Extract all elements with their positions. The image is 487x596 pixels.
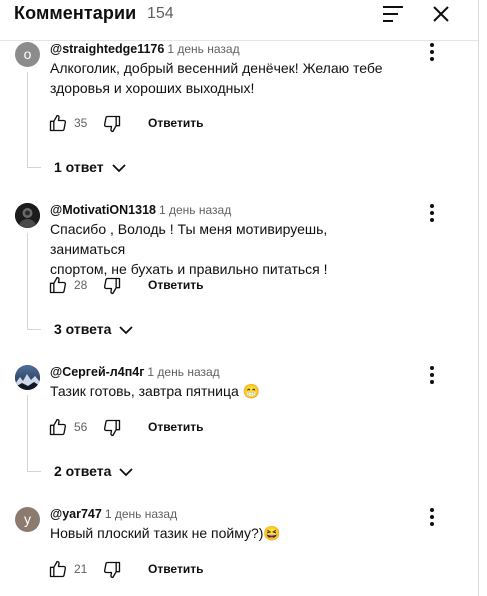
chevron-down-icon xyxy=(117,463,135,481)
chevron-down-icon xyxy=(117,321,135,339)
thumb-up-icon[interactable] xyxy=(48,417,68,437)
thumb-down-icon[interactable] xyxy=(102,418,122,438)
like-count: 56 xyxy=(74,420,88,434)
reply-button[interactable]: Ответить xyxy=(148,116,203,130)
thread-line xyxy=(27,72,28,167)
thumb-up-icon[interactable] xyxy=(48,275,68,295)
sort-icon[interactable] xyxy=(380,2,408,26)
replies-count-label: 1 ответ xyxy=(54,159,104,175)
comment-author-line: @MotivatiON1318 1 день назад xyxy=(50,203,231,217)
comment-time[interactable]: 1 день назад xyxy=(147,365,219,379)
avatar[interactable] xyxy=(15,365,40,390)
more-vert-icon[interactable] xyxy=(424,40,440,64)
comments-panel: Комментарии 154 o @straightedge1176 1 ден… xyxy=(0,0,487,596)
comment-count: 154 xyxy=(147,5,174,22)
avatar[interactable]: o xyxy=(15,42,40,67)
like-count: 28 xyxy=(74,278,88,292)
comment-time[interactable]: 1 день назад xyxy=(167,42,239,56)
thread-line xyxy=(27,395,28,471)
thumb-up-icon[interactable] xyxy=(48,559,68,579)
thumb-down-icon[interactable] xyxy=(102,114,122,134)
thread-line-tail xyxy=(27,167,41,168)
reply-button[interactable]: Ответить xyxy=(148,278,203,292)
more-vert-icon[interactable] xyxy=(424,201,440,225)
more-vert-icon[interactable] xyxy=(424,505,440,529)
comment-time[interactable]: 1 день назад xyxy=(105,507,177,521)
more-vert-icon[interactable] xyxy=(424,363,440,387)
comment-author-line: @Сергей-л4п4г 1 день назад xyxy=(50,365,220,379)
avatar-letter: y xyxy=(24,511,31,527)
reply-button[interactable]: Ответить xyxy=(148,420,203,434)
like-count: 35 xyxy=(74,116,88,130)
comment-text: Алкоголик, добрый весенний денёчек! Жела… xyxy=(50,60,383,96)
thumb-down-icon[interactable] xyxy=(102,276,122,296)
replies-count-label: 2 ответа xyxy=(54,463,112,479)
panel-title: Комментарии xyxy=(14,3,137,23)
scrollbar[interactable] xyxy=(478,0,479,596)
thread-line-tail xyxy=(27,471,41,472)
comment-text: Спасибо , Володь ! Ты меня мотивируешь, … xyxy=(50,221,328,277)
chevron-down-icon xyxy=(110,159,128,177)
close-icon[interactable] xyxy=(428,2,454,28)
comment-author[interactable]: @yar747 xyxy=(50,507,102,521)
thumb-down-icon[interactable] xyxy=(102,560,122,580)
avatar[interactable]: y xyxy=(15,507,40,532)
avatar-letter: o xyxy=(23,46,32,62)
comment-text: Новый плоский тазик не пойму?)😆 xyxy=(50,525,281,541)
comment-time[interactable]: 1 день назад xyxy=(159,203,231,217)
avatar[interactable] xyxy=(15,203,40,228)
show-replies-button[interactable]: 3 ответа xyxy=(54,321,135,341)
comment-author[interactable]: @Сергей-л4п4г xyxy=(50,365,144,379)
like-count: 21 xyxy=(74,562,88,576)
replies-count-label: 3 ответа xyxy=(54,321,112,337)
comment-author[interactable]: @MotivatiON1318 xyxy=(50,203,156,217)
comment-author[interactable]: @straightedge1176 xyxy=(50,42,164,56)
thumb-up-icon[interactable] xyxy=(48,113,68,133)
thread-line xyxy=(27,233,28,329)
show-replies-button[interactable]: 1 ответ xyxy=(54,159,128,179)
comment-text: Тазик готовь, завтра пятница 😁 xyxy=(50,383,261,399)
reply-button[interactable]: Ответить xyxy=(148,562,203,576)
show-replies-button[interactable]: 2 ответа xyxy=(54,463,135,483)
comment-author-line: @yar747 1 день назад xyxy=(50,507,177,521)
header-divider xyxy=(0,40,479,41)
thread-line-tail xyxy=(27,329,41,330)
comment-author-line: @straightedge1176 1 день назад xyxy=(50,42,240,56)
